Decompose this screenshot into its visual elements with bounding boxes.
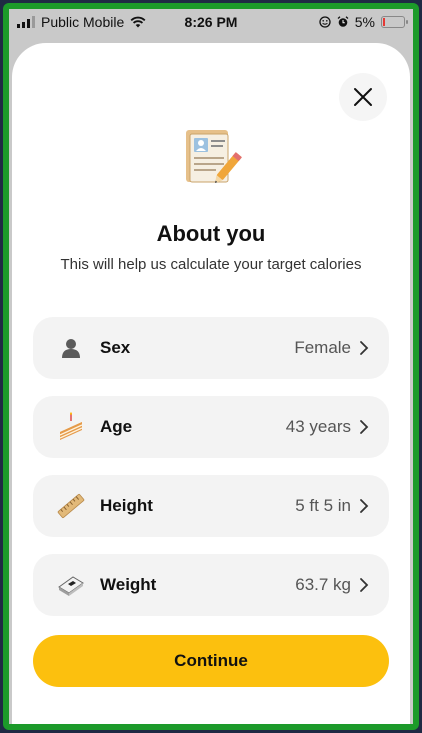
smiley-icon	[319, 16, 331, 28]
ruler-icon	[57, 493, 85, 519]
chevron-right-icon	[360, 420, 369, 434]
height-label: Height	[100, 496, 153, 515]
age-row[interactable]: Age 43 years	[33, 396, 389, 458]
person-silhouette-icon	[62, 339, 80, 358]
age-label: Age	[100, 417, 133, 436]
age-value: 43 years	[285, 417, 351, 436]
page-title: About you	[156, 221, 266, 246]
status-right: 5%	[319, 14, 408, 30]
sex-value: Female	[294, 338, 351, 357]
page-subtitle: This will help us calculate your target …	[60, 256, 362, 273]
clipboard-pencil-icon	[186, 130, 242, 184]
height-value: 5 ft 5 in	[295, 496, 351, 515]
height-row[interactable]: Height 5 ft 5 in	[33, 475, 389, 537]
battery-icon	[381, 16, 408, 28]
cake-slice-icon	[59, 412, 83, 440]
close-button[interactable]	[339, 73, 387, 121]
chevron-right-icon	[360, 341, 369, 355]
chevron-right-icon	[360, 499, 369, 513]
about-you-sheet: About you This will help us calculate yo…	[12, 43, 410, 724]
scale-icon	[58, 576, 84, 596]
chevron-right-icon	[360, 578, 369, 592]
alarm-icon	[337, 16, 349, 27]
status-bar: Public Mobile 8:26 PM 5%	[9, 9, 413, 35]
weight-label: Weight	[100, 575, 157, 594]
close-icon	[354, 88, 372, 106]
sex-row[interactable]: Sex Female	[33, 317, 389, 379]
weight-row[interactable]: Weight 63.7 kg	[33, 554, 389, 616]
battery-percent: 5%	[354, 14, 375, 30]
continue-button[interactable]: Continue	[33, 635, 389, 687]
sex-label: Sex	[100, 338, 131, 357]
screen: Public Mobile 8:26 PM 5% About you This …	[9, 9, 413, 724]
weight-value: 63.7 kg	[295, 575, 351, 594]
